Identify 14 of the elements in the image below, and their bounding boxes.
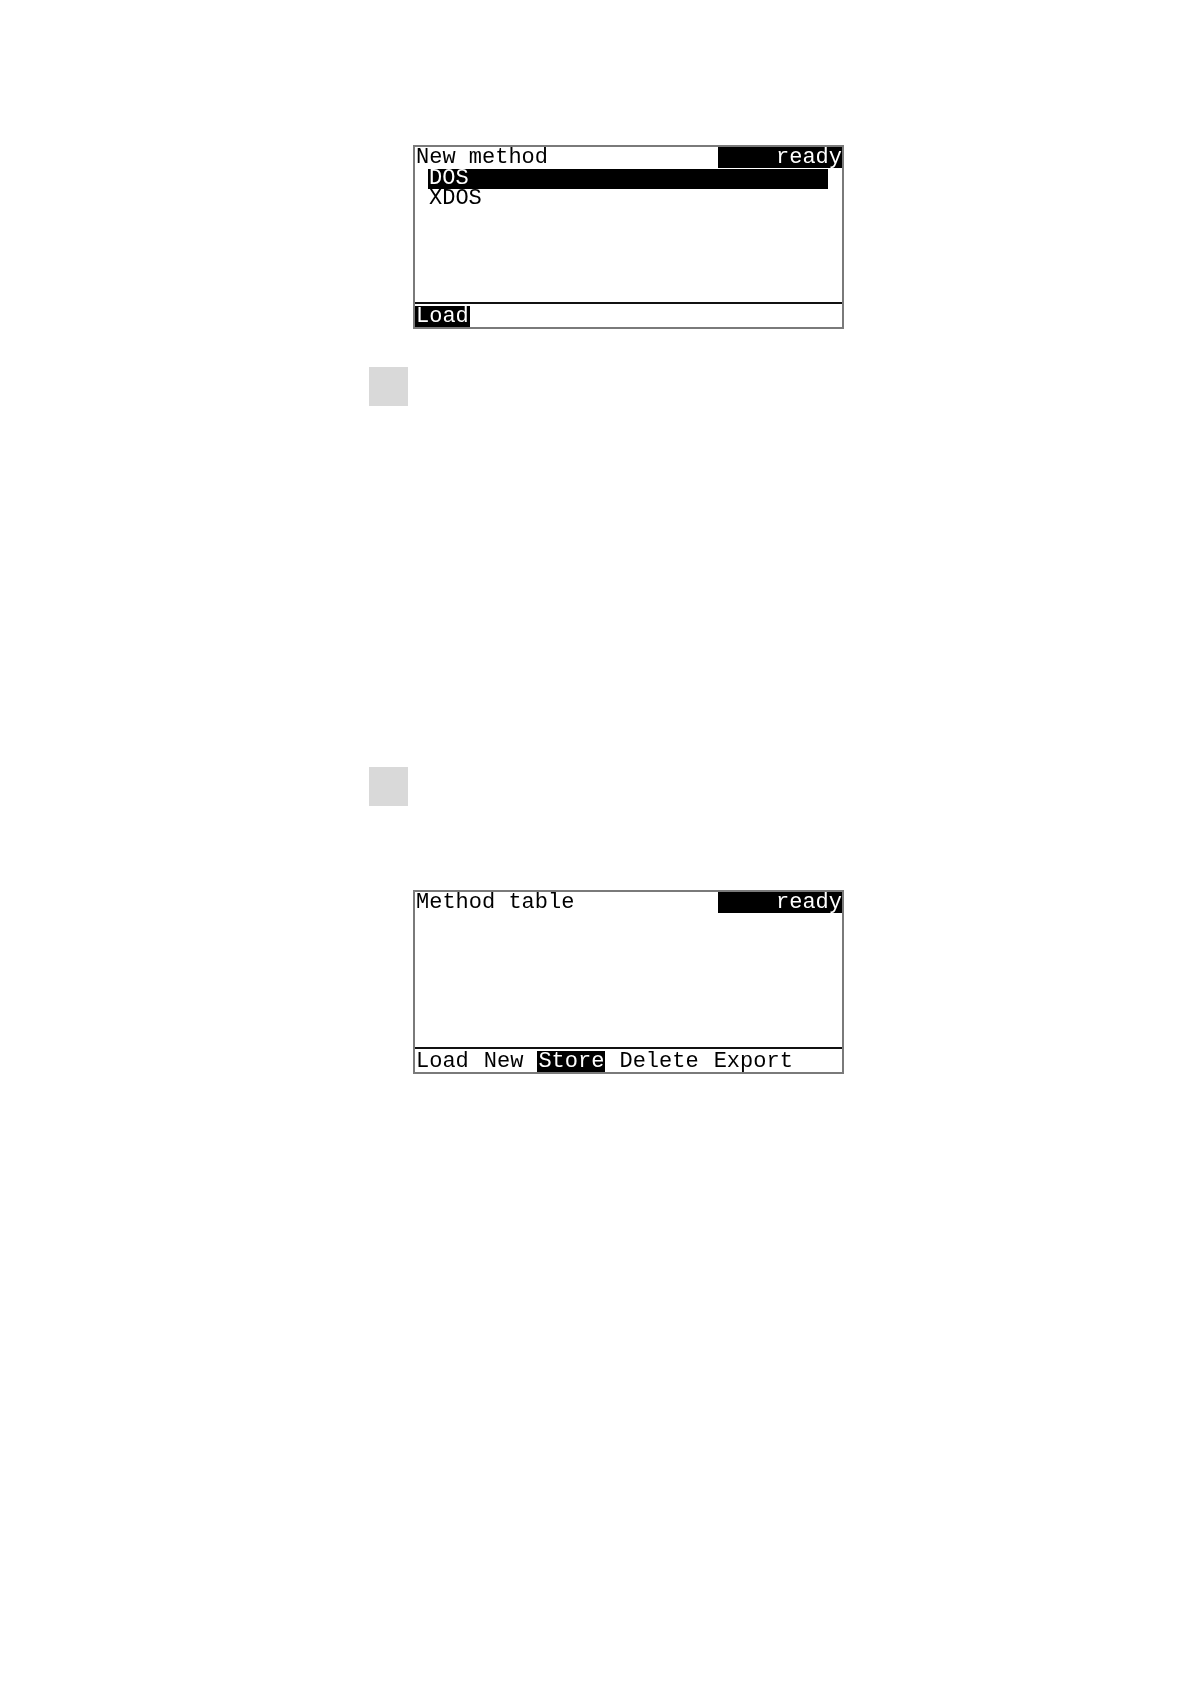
status-indicator: ready xyxy=(718,147,842,168)
screen-title: New method xyxy=(415,147,549,168)
softkey-button[interactable]: Store xyxy=(537,1051,606,1072)
screen-title: Method table xyxy=(415,892,575,913)
softkey-button[interactable]: Load xyxy=(415,306,470,327)
method-list-item[interactable]: XDOS xyxy=(428,189,482,209)
placeholder-block xyxy=(369,367,408,406)
softkey-button[interactable]: Export xyxy=(712,1051,794,1072)
method-list-item[interactable]: DOS xyxy=(428,169,828,189)
softkey-button[interactable]: Delete xyxy=(618,1051,700,1072)
softkey-button[interactable]: Load xyxy=(415,1051,470,1072)
softkey-button[interactable]: New xyxy=(482,1051,525,1072)
status-indicator: ready xyxy=(718,892,842,913)
placeholder-block xyxy=(369,767,408,806)
